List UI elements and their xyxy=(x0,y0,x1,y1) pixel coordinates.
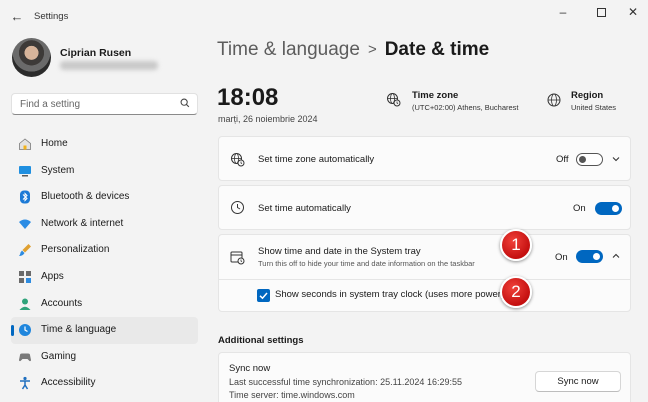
sidebar-item-apps[interactable]: Apps xyxy=(11,264,198,291)
show-tray-label: Show time and date in the System tray xyxy=(258,246,421,257)
current-date: marți, 26 noiembrie 2024 xyxy=(218,114,318,124)
additional-settings-title: Additional settings xyxy=(218,335,304,346)
breadcrumb: Time & language > Date & time xyxy=(217,39,489,61)
system-icon xyxy=(19,165,31,177)
title-bar: ← Settings – ✕ xyxy=(0,0,648,34)
globe-clock-icon xyxy=(387,93,401,107)
toggle-state-text: On xyxy=(573,203,586,214)
page-title: Date & time xyxy=(384,39,490,60)
apps-icon xyxy=(19,270,31,283)
show-tray-card: Show time and date in the System tray Tu… xyxy=(218,234,631,312)
region-value: United States xyxy=(571,103,617,112)
time-server-text: Time server: time.windows.com xyxy=(229,390,355,400)
show-seconds-checkbox[interactable] xyxy=(257,289,270,302)
show-tray-description: Turn this off to hide your time and date… xyxy=(258,259,475,268)
user-name: Ciprian Rusen xyxy=(60,47,132,59)
sidebar-item-label: System xyxy=(41,164,75,176)
set-time-auto-toggle[interactable] xyxy=(595,202,622,215)
window-title: Settings xyxy=(34,11,69,22)
wifi-icon xyxy=(19,219,31,229)
sidebar-item-label: Accessibility xyxy=(41,377,96,389)
calendar-clock-icon xyxy=(230,251,245,265)
sidebar-item-personalization[interactable]: Personalization xyxy=(11,237,198,264)
annotation-marker-1: 1 xyxy=(500,229,532,261)
set-timezone-auto-label: Set time zone automatically xyxy=(258,154,375,165)
home-icon xyxy=(19,138,31,150)
set-time-auto-card: Set time automatically On xyxy=(218,185,631,230)
set-time-auto-label: Set time automatically xyxy=(258,203,351,214)
accounts-icon xyxy=(19,298,31,310)
back-arrow-icon[interactable]: ← xyxy=(8,8,26,26)
time-language-icon xyxy=(19,324,31,337)
annotation-marker-2: 2 xyxy=(500,276,532,308)
region-title: Region xyxy=(571,90,604,101)
toggle-state-text: Off xyxy=(556,154,569,165)
divider xyxy=(218,279,631,280)
show-tray-toggle[interactable] xyxy=(576,250,603,263)
toggle-state-text: On xyxy=(555,252,568,263)
sidebar-item-home[interactable]: Home xyxy=(11,131,198,158)
brush-icon xyxy=(19,244,31,257)
chevron-up-icon[interactable] xyxy=(611,251,621,261)
sidebar-item-label: Network & internet xyxy=(41,217,124,229)
sidebar-item-label: Gaming xyxy=(41,350,77,362)
sidebar-item-label: Home xyxy=(41,138,68,149)
set-timezone-auto-toggle[interactable] xyxy=(576,153,603,166)
user-email-redacted xyxy=(60,61,158,70)
minimize-icon[interactable]: – xyxy=(550,4,576,20)
current-time: 18:08 xyxy=(217,84,279,111)
last-sync-text: Last successful time synchronization: 25… xyxy=(229,377,462,387)
sidebar-item-accessibility[interactable]: Accessibility xyxy=(11,370,198,397)
timezone-value: (UTC+02:00) Athens, Bucharest xyxy=(412,103,519,112)
globe-icon xyxy=(547,93,561,107)
sidebar-item-time-language[interactable]: Time & language xyxy=(11,317,198,344)
sidebar-item-label: Time & language xyxy=(41,324,117,336)
globe-clock-icon xyxy=(231,153,245,167)
sidebar-item-network[interactable]: Network & internet xyxy=(11,211,198,238)
sidebar-item-gaming[interactable]: Gaming xyxy=(11,344,198,371)
maximize-icon[interactable] xyxy=(588,4,614,20)
sidebar-nav: Home System Bluetooth & devices Network … xyxy=(11,131,198,397)
accessibility-icon xyxy=(20,377,30,390)
search-icon xyxy=(180,98,190,108)
search-input[interactable]: Find a setting xyxy=(11,93,198,115)
sidebar-item-label: Apps xyxy=(41,270,64,282)
sync-now-button[interactable]: Sync now xyxy=(535,371,621,392)
timezone-title: Time zone xyxy=(412,90,459,101)
sidebar-item-system[interactable]: System xyxy=(11,158,198,185)
checkmark-icon xyxy=(259,292,268,300)
set-timezone-auto-card[interactable]: Set time zone automatically Off xyxy=(218,136,631,181)
sidebar-item-label: Personalization xyxy=(41,244,110,256)
breadcrumb-separator: > xyxy=(367,41,377,58)
close-icon[interactable]: ✕ xyxy=(620,4,646,20)
search-placeholder: Find a setting xyxy=(20,99,81,110)
bluetooth-icon xyxy=(20,190,30,204)
chevron-down-icon[interactable] xyxy=(611,154,621,164)
breadcrumb-parent[interactable]: Time & language xyxy=(217,39,360,60)
sidebar-item-label: Bluetooth & devices xyxy=(41,191,130,203)
sync-title: Sync now xyxy=(229,363,271,374)
sidebar-item-label: Accounts xyxy=(41,297,83,309)
gaming-icon xyxy=(19,353,31,361)
sidebar-item-bluetooth[interactable]: Bluetooth & devices xyxy=(11,184,198,211)
avatar[interactable] xyxy=(12,38,51,77)
sidebar-item-accounts[interactable]: Accounts xyxy=(11,291,198,318)
clock-icon xyxy=(231,201,244,214)
show-seconds-label[interactable]: Show seconds in system tray clock (uses … xyxy=(275,289,504,300)
